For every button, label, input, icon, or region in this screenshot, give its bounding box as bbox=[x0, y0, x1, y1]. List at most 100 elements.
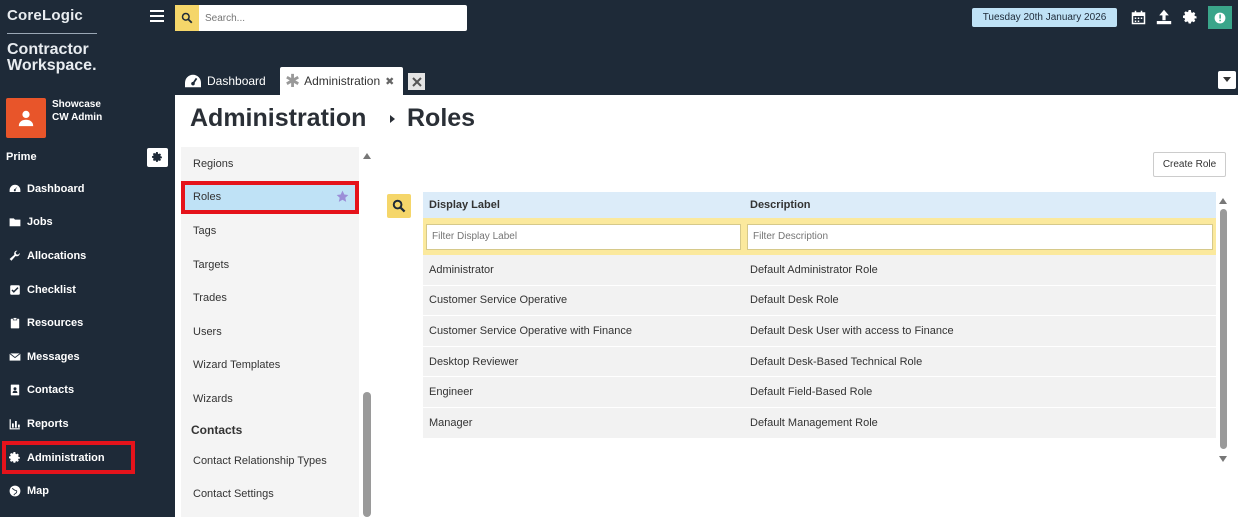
nav-label: Messages bbox=[27, 350, 80, 363]
tab-administration[interactable]: ✱ Administration ✖ bbox=[280, 67, 403, 95]
nav-item-messages[interactable]: Messages bbox=[0, 340, 175, 374]
subnav-item-tags[interactable]: Tags bbox=[181, 214, 359, 248]
subnav-item-roles[interactable]: Roles bbox=[181, 180, 359, 215]
nav-item-checklist[interactable]: Checklist bbox=[0, 273, 175, 307]
search-icon bbox=[392, 199, 406, 213]
cell-description: Default Administrator Role bbox=[750, 263, 878, 276]
subnav-item-targets[interactable]: Targets bbox=[181, 248, 359, 282]
upload-button[interactable] bbox=[1155, 8, 1173, 26]
cell-display-label: Engineer bbox=[429, 386, 474, 399]
table-row[interactable]: Desktop Reviewer Default Desk-Based Tech… bbox=[423, 346, 1216, 378]
subnav-item-contact-relationship-types[interactable]: Contact Relationship Types bbox=[181, 444, 359, 478]
tab-label: Administration bbox=[304, 74, 381, 88]
settings-button[interactable] bbox=[1181, 8, 1199, 26]
close-all-tabs-button[interactable] bbox=[408, 73, 425, 90]
nav-item-administration[interactable]: Administration bbox=[2, 440, 135, 475]
table-row[interactable]: Customer Service Operative with Finance … bbox=[423, 316, 1216, 347]
main-nav: Dashboard Jobs Allocations Checklist Res… bbox=[0, 172, 175, 508]
table-row[interactable]: Manager Default Management Role bbox=[423, 407, 1216, 439]
user-name: Showcase bbox=[52, 99, 101, 110]
asterisk-icon: ✱ bbox=[285, 71, 301, 91]
subnav-item-regions[interactable]: Regions bbox=[181, 147, 359, 181]
breadcrumb-separator-icon bbox=[390, 115, 395, 123]
envelope-icon bbox=[9, 351, 21, 363]
table-row[interactable]: Engineer Default Field-Based Role bbox=[423, 377, 1216, 408]
subnav-label: Roles bbox=[193, 191, 222, 204]
main-content: Administration Roles Regions Roles Tags … bbox=[175, 95, 1238, 517]
admin-subnav: Regions Roles Tags Targets Trades Users … bbox=[181, 147, 359, 517]
nav-item-jobs[interactable]: Jobs bbox=[0, 206, 175, 240]
nav-label: Resources bbox=[27, 317, 84, 330]
product-name-line1: Contractor bbox=[7, 41, 89, 58]
info-icon bbox=[1214, 12, 1226, 23]
nav-item-contacts[interactable]: Contacts bbox=[0, 374, 175, 408]
checkbox-icon bbox=[9, 284, 21, 296]
user-icon bbox=[18, 110, 34, 127]
subnav-item-trades[interactable]: Trades bbox=[181, 281, 359, 315]
star-icon[interactable] bbox=[336, 190, 349, 203]
gauge-icon bbox=[185, 74, 201, 88]
cell-description: Default Desk User with access to Finance bbox=[750, 324, 954, 337]
column-header-description[interactable]: Description bbox=[744, 199, 1216, 211]
grid-scrollbar-thumb[interactable] bbox=[1220, 209, 1227, 449]
table-row[interactable]: Customer Service Operative Default Desk … bbox=[423, 285, 1216, 317]
search-button[interactable] bbox=[175, 5, 199, 31]
create-role-button[interactable]: Create Role bbox=[1153, 152, 1226, 177]
filter-display-label-input[interactable] bbox=[426, 223, 741, 250]
cell-description: Default Management Role bbox=[750, 416, 878, 429]
calendar-button[interactable] bbox=[1129, 8, 1147, 26]
search-input[interactable] bbox=[205, 9, 460, 27]
section-settings-button[interactable] bbox=[147, 148, 168, 167]
brand-logo-text: CoreLogic bbox=[7, 7, 83, 24]
wrench-icon bbox=[9, 250, 21, 262]
bar-chart-icon bbox=[9, 418, 21, 430]
roles-grid: Display Label Description Administrator … bbox=[423, 192, 1216, 439]
menu-toggle-icon[interactable] bbox=[150, 10, 164, 22]
user-card[interactable]: Showcase CW Admin bbox=[6, 98, 102, 138]
calendar-icon bbox=[1131, 10, 1145, 24]
grid-search-button[interactable] bbox=[387, 194, 411, 218]
nav-item-reports[interactable]: Reports bbox=[0, 407, 175, 441]
cell-display-label: Manager bbox=[429, 416, 473, 429]
search-icon bbox=[181, 12, 193, 24]
clipboard-icon bbox=[9, 317, 21, 329]
grid-scroll-down-arrow[interactable] bbox=[1219, 456, 1227, 462]
nav-label: Reports bbox=[27, 417, 69, 430]
nav-label: Administration bbox=[27, 451, 105, 464]
tab-close-icon[interactable]: ✖ bbox=[385, 75, 394, 88]
subnav-scrollbar-thumb[interactable] bbox=[363, 392, 371, 517]
tab-dashboard[interactable]: Dashboard bbox=[180, 67, 276, 95]
nav-item-map[interactable]: Map bbox=[0, 474, 175, 508]
nav-label: Allocations bbox=[27, 249, 87, 262]
cell-display-label: Customer Service Operative with Finance bbox=[429, 324, 632, 337]
tab-label: Dashboard bbox=[207, 74, 266, 88]
nav-label: Contacts bbox=[27, 384, 75, 397]
tab-list-dropdown[interactable] bbox=[1218, 71, 1236, 89]
nav-item-allocations[interactable]: Allocations bbox=[0, 239, 175, 273]
cell-display-label: Desktop Reviewer bbox=[429, 355, 519, 368]
subnav-item-wizards[interactable]: Wizards bbox=[181, 382, 359, 416]
gear-icon bbox=[9, 451, 21, 464]
subnav-item-wizard-templates[interactable]: Wizard Templates bbox=[181, 349, 359, 383]
cell-display-label: Customer Service Operative bbox=[429, 294, 568, 307]
subnav-scroll-up-arrow[interactable] bbox=[363, 153, 371, 159]
column-header-display-label[interactable]: Display Label bbox=[423, 199, 744, 211]
grid-scroll-up-arrow[interactable] bbox=[1219, 198, 1227, 204]
globe-icon bbox=[9, 485, 21, 497]
nav-item-dashboard[interactable]: Dashboard bbox=[0, 172, 175, 206]
product-name-line2: Workspace. bbox=[7, 57, 97, 74]
filter-description-input[interactable] bbox=[747, 223, 1213, 250]
subnav-item-contact-settings[interactable]: Contact Settings bbox=[181, 477, 359, 511]
cell-description: Default Desk Role bbox=[750, 294, 839, 307]
section-label: Prime bbox=[6, 151, 37, 163]
close-icon bbox=[411, 76, 422, 87]
current-date: Tuesday 20th January 2026 bbox=[972, 8, 1117, 27]
caret-down-icon bbox=[1223, 77, 1231, 82]
upload-icon bbox=[1156, 9, 1172, 25]
info-button[interactable] bbox=[1208, 6, 1232, 29]
nav-item-resources[interactable]: Resources bbox=[0, 306, 175, 340]
nav-label: Checklist bbox=[27, 283, 76, 296]
grid-header-row: Display Label Description bbox=[423, 192, 1216, 218]
subnav-item-users[interactable]: Users bbox=[181, 315, 359, 349]
table-row[interactable]: Administrator Default Administrator Role bbox=[423, 255, 1216, 286]
